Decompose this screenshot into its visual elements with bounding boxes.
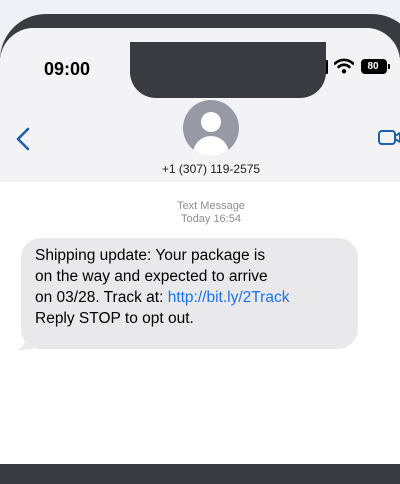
- battery-level: 80: [367, 61, 379, 72]
- message-text: on 03/28. Track at:: [35, 289, 168, 306]
- tracking-link[interactable]: http://bit.ly/2Track: [168, 289, 290, 306]
- messages-screen: 09:00 80 +1 (307) 119-2575 Text Message …: [0, 28, 400, 464]
- contact-avatar[interactable]: [183, 100, 239, 156]
- person-icon-body: [193, 136, 229, 156]
- status-time: 09:00: [44, 59, 91, 79]
- battery-icon: 80: [361, 59, 387, 74]
- message-type-label: Text Message: [177, 200, 245, 212]
- message-line: Shipping update: Your package is: [35, 247, 266, 264]
- message-line: on the way and expected to arrive: [35, 268, 268, 285]
- chevron-left-icon[interactable]: [14, 126, 32, 152]
- contact-number[interactable]: +1 (307) 119-2575: [0, 162, 400, 176]
- wifi-icon: [334, 58, 354, 74]
- battery-nub: [388, 64, 390, 69]
- message-line: on 03/28. Track at: http://bit.ly/2Track: [35, 287, 348, 308]
- message-line: Reply STOP to opt out.: [35, 310, 194, 327]
- message-bubble[interactable]: Shipping update: Your package is on the …: [21, 238, 358, 349]
- person-icon-head: [201, 112, 221, 132]
- video-icon[interactable]: [378, 129, 400, 147]
- message-timestamp: Today 16:54: [181, 213, 241, 225]
- notch: [130, 42, 326, 98]
